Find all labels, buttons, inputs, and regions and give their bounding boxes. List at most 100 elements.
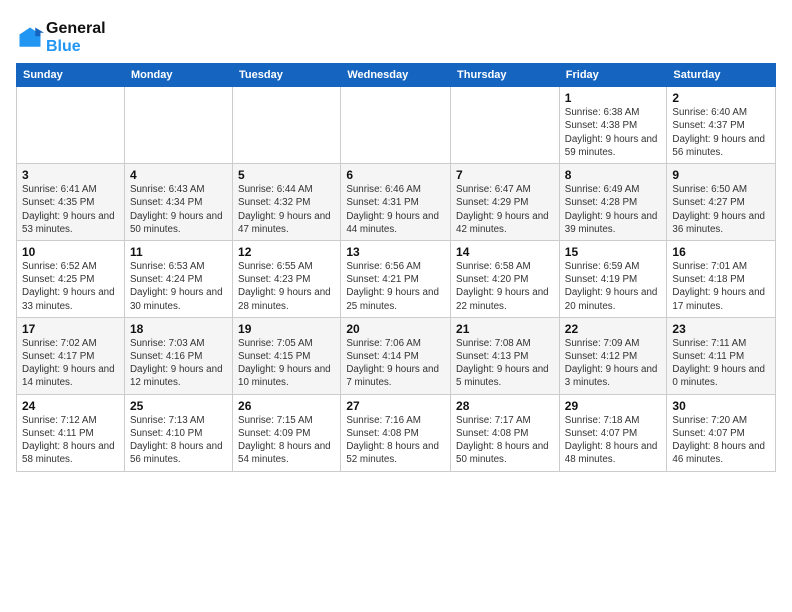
day-info: Sunrise: 7:08 AM Sunset: 4:13 PM Dayligh… <box>456 337 554 390</box>
calendar-cell <box>233 87 341 164</box>
day-number: 13 <box>346 245 445 259</box>
day-number: 6 <box>346 168 445 182</box>
day-info: Sunrise: 6:41 AM Sunset: 4:35 PM Dayligh… <box>22 183 119 236</box>
calendar-cell: 17Sunrise: 7:02 AM Sunset: 4:17 PM Dayli… <box>17 317 125 394</box>
day-info: Sunrise: 6:46 AM Sunset: 4:31 PM Dayligh… <box>346 183 445 236</box>
day-number: 16 <box>672 245 770 259</box>
calendar-header-row: SundayMondayTuesdayWednesdayThursdayFrid… <box>17 64 776 87</box>
calendar-cell: 15Sunrise: 6:59 AM Sunset: 4:19 PM Dayli… <box>559 240 667 317</box>
col-header-thursday: Thursday <box>451 64 560 87</box>
calendar-cell: 18Sunrise: 7:03 AM Sunset: 4:16 PM Dayli… <box>124 317 232 394</box>
calendar-cell <box>451 87 560 164</box>
day-info: Sunrise: 6:40 AM Sunset: 4:37 PM Dayligh… <box>672 106 770 159</box>
day-number: 5 <box>238 168 335 182</box>
day-number: 25 <box>130 399 227 413</box>
day-info: Sunrise: 6:55 AM Sunset: 4:23 PM Dayligh… <box>238 260 335 313</box>
day-number: 22 <box>565 322 662 336</box>
calendar-week-2: 3Sunrise: 6:41 AM Sunset: 4:35 PM Daylig… <box>17 164 776 241</box>
day-number: 7 <box>456 168 554 182</box>
day-number: 28 <box>456 399 554 413</box>
day-info: Sunrise: 6:43 AM Sunset: 4:34 PM Dayligh… <box>130 183 227 236</box>
calendar-week-4: 17Sunrise: 7:02 AM Sunset: 4:17 PM Dayli… <box>17 317 776 394</box>
col-header-wednesday: Wednesday <box>341 64 451 87</box>
day-number: 17 <box>22 322 119 336</box>
calendar-cell <box>124 87 232 164</box>
page: General Blue SundayMondayTuesdayWednesda… <box>0 0 792 612</box>
day-number: 8 <box>565 168 662 182</box>
day-number: 26 <box>238 399 335 413</box>
calendar-cell: 16Sunrise: 7:01 AM Sunset: 4:18 PM Dayli… <box>667 240 776 317</box>
calendar-cell: 30Sunrise: 7:20 AM Sunset: 4:07 PM Dayli… <box>667 394 776 471</box>
day-info: Sunrise: 6:56 AM Sunset: 4:21 PM Dayligh… <box>346 260 445 313</box>
calendar-cell: 19Sunrise: 7:05 AM Sunset: 4:15 PM Dayli… <box>233 317 341 394</box>
logo-icon <box>16 24 44 52</box>
calendar-cell: 9Sunrise: 6:50 AM Sunset: 4:27 PM Daylig… <box>667 164 776 241</box>
day-info: Sunrise: 6:44 AM Sunset: 4:32 PM Dayligh… <box>238 183 335 236</box>
day-info: Sunrise: 6:50 AM Sunset: 4:27 PM Dayligh… <box>672 183 770 236</box>
day-info: Sunrise: 6:49 AM Sunset: 4:28 PM Dayligh… <box>565 183 662 236</box>
calendar-cell: 3Sunrise: 6:41 AM Sunset: 4:35 PM Daylig… <box>17 164 125 241</box>
day-info: Sunrise: 7:16 AM Sunset: 4:08 PM Dayligh… <box>346 414 445 467</box>
day-number: 23 <box>672 322 770 336</box>
day-info: Sunrise: 7:03 AM Sunset: 4:16 PM Dayligh… <box>130 337 227 390</box>
calendar-cell: 14Sunrise: 6:58 AM Sunset: 4:20 PM Dayli… <box>451 240 560 317</box>
day-number: 1 <box>565 91 662 105</box>
calendar-cell: 25Sunrise: 7:13 AM Sunset: 4:10 PM Dayli… <box>124 394 232 471</box>
day-info: Sunrise: 7:13 AM Sunset: 4:10 PM Dayligh… <box>130 414 227 467</box>
calendar-cell: 28Sunrise: 7:17 AM Sunset: 4:08 PM Dayli… <box>451 394 560 471</box>
calendar-cell: 5Sunrise: 6:44 AM Sunset: 4:32 PM Daylig… <box>233 164 341 241</box>
day-info: Sunrise: 6:47 AM Sunset: 4:29 PM Dayligh… <box>456 183 554 236</box>
day-number: 2 <box>672 91 770 105</box>
calendar-cell: 22Sunrise: 7:09 AM Sunset: 4:12 PM Dayli… <box>559 317 667 394</box>
calendar-cell: 2Sunrise: 6:40 AM Sunset: 4:37 PM Daylig… <box>667 87 776 164</box>
calendar-cell: 26Sunrise: 7:15 AM Sunset: 4:09 PM Dayli… <box>233 394 341 471</box>
calendar-cell: 4Sunrise: 6:43 AM Sunset: 4:34 PM Daylig… <box>124 164 232 241</box>
calendar-cell: 6Sunrise: 6:46 AM Sunset: 4:31 PM Daylig… <box>341 164 451 241</box>
day-info: Sunrise: 7:06 AM Sunset: 4:14 PM Dayligh… <box>346 337 445 390</box>
day-number: 4 <box>130 168 227 182</box>
calendar-cell: 12Sunrise: 6:55 AM Sunset: 4:23 PM Dayli… <box>233 240 341 317</box>
day-info: Sunrise: 6:38 AM Sunset: 4:38 PM Dayligh… <box>565 106 662 159</box>
day-number: 9 <box>672 168 770 182</box>
day-number: 15 <box>565 245 662 259</box>
col-header-monday: Monday <box>124 64 232 87</box>
calendar-cell <box>341 87 451 164</box>
col-header-sunday: Sunday <box>17 64 125 87</box>
calendar-cell: 10Sunrise: 6:52 AM Sunset: 4:25 PM Dayli… <box>17 240 125 317</box>
day-info: Sunrise: 6:58 AM Sunset: 4:20 PM Dayligh… <box>456 260 554 313</box>
day-number: 24 <box>22 399 119 413</box>
day-info: Sunrise: 7:18 AM Sunset: 4:07 PM Dayligh… <box>565 414 662 467</box>
logo-text: General Blue <box>46 20 106 55</box>
day-number: 18 <box>130 322 227 336</box>
calendar-cell: 24Sunrise: 7:12 AM Sunset: 4:11 PM Dayli… <box>17 394 125 471</box>
day-number: 12 <box>238 245 335 259</box>
calendar-cell: 20Sunrise: 7:06 AM Sunset: 4:14 PM Dayli… <box>341 317 451 394</box>
day-info: Sunrise: 7:20 AM Sunset: 4:07 PM Dayligh… <box>672 414 770 467</box>
day-number: 10 <box>22 245 119 259</box>
day-number: 20 <box>346 322 445 336</box>
header: General Blue <box>16 16 776 55</box>
col-header-tuesday: Tuesday <box>233 64 341 87</box>
day-info: Sunrise: 7:02 AM Sunset: 4:17 PM Dayligh… <box>22 337 119 390</box>
day-number: 3 <box>22 168 119 182</box>
day-info: Sunrise: 6:59 AM Sunset: 4:19 PM Dayligh… <box>565 260 662 313</box>
day-info: Sunrise: 7:11 AM Sunset: 4:11 PM Dayligh… <box>672 337 770 390</box>
col-header-friday: Friday <box>559 64 667 87</box>
calendar-table: SundayMondayTuesdayWednesdayThursdayFrid… <box>16 63 776 471</box>
calendar-cell <box>17 87 125 164</box>
day-number: 21 <box>456 322 554 336</box>
calendar-cell: 1Sunrise: 6:38 AM Sunset: 4:38 PM Daylig… <box>559 87 667 164</box>
day-info: Sunrise: 6:52 AM Sunset: 4:25 PM Dayligh… <box>22 260 119 313</box>
day-number: 30 <box>672 399 770 413</box>
calendar-cell: 13Sunrise: 6:56 AM Sunset: 4:21 PM Dayli… <box>341 240 451 317</box>
day-info: Sunrise: 7:09 AM Sunset: 4:12 PM Dayligh… <box>565 337 662 390</box>
day-info: Sunrise: 6:53 AM Sunset: 4:24 PM Dayligh… <box>130 260 227 313</box>
day-number: 29 <box>565 399 662 413</box>
calendar-cell: 11Sunrise: 6:53 AM Sunset: 4:24 PM Dayli… <box>124 240 232 317</box>
day-info: Sunrise: 7:15 AM Sunset: 4:09 PM Dayligh… <box>238 414 335 467</box>
col-header-saturday: Saturday <box>667 64 776 87</box>
calendar-cell: 27Sunrise: 7:16 AM Sunset: 4:08 PM Dayli… <box>341 394 451 471</box>
calendar-cell: 7Sunrise: 6:47 AM Sunset: 4:29 PM Daylig… <box>451 164 560 241</box>
calendar-cell: 23Sunrise: 7:11 AM Sunset: 4:11 PM Dayli… <box>667 317 776 394</box>
day-number: 19 <box>238 322 335 336</box>
